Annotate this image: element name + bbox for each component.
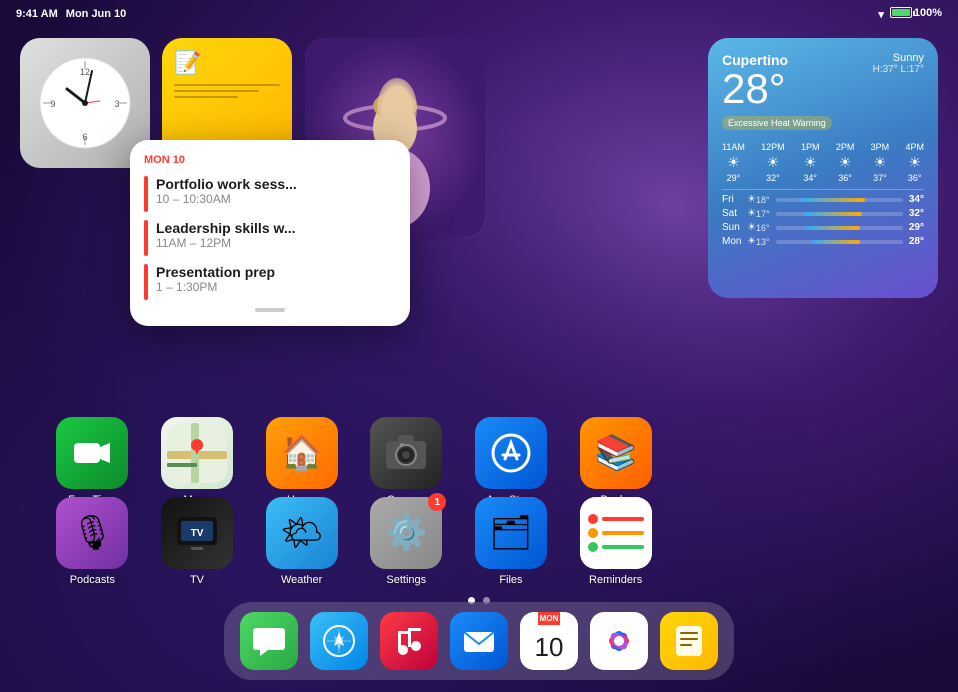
app-camera[interactable]: Camera [370,417,442,506]
hourly-item-2: 1PM ☀ 34° [801,142,820,183]
hourly-item-0: 11AM ☀ 29° [722,142,745,183]
event-item-2[interactable]: Presentation prep 1 – 1:30PM [144,264,396,300]
clock-widget[interactable]: 12 3 6 9 [20,38,150,168]
hourly-item-3: 2PM ☀ 36° [836,142,855,183]
weather-condition: Sunny [873,52,924,64]
hourly-item-4: 3PM ☀ 37° [871,142,890,183]
event-details-1: Leadership skills w... 11AM – 12PM [156,220,296,250]
podcasts-label: Podcasts [70,574,115,586]
app-home[interactable]: 🏠 Home [266,417,338,506]
battery-icon: 100% [890,7,942,22]
settings-badge: 1 [428,493,446,511]
daily-row-sat: Sat ☀ 17° 32° [722,208,924,219]
svg-text:12: 12 [80,67,90,77]
maps-icon[interactable] [161,417,233,489]
files-label: Files [499,574,522,586]
dock-messages[interactable] [240,612,298,670]
calendar-popup[interactable]: MON 10 Portfolio work sess... 10 – 10:30… [130,140,410,326]
svg-text:TV: TV [191,528,204,539]
camera-icon[interactable] [370,417,442,489]
svg-text:3: 3 [114,99,119,109]
weather-temp: 28° [722,68,788,110]
app-files[interactable]: 🗂 Files [475,497,547,586]
weather-warning: Excessive Heat Warning [722,116,832,130]
weather-hl: H:37° L:17° [873,64,924,75]
popup-day-label: MON 10 [144,154,396,166]
app-appstore[interactable]: App Store [475,417,547,506]
event-item-1[interactable]: Leadership skills w... 11AM – 12PM [144,220,396,256]
wifi-icon: ▾ [878,8,884,21]
svg-text:6: 6 [82,132,87,142]
status-date: Mon Jun 10 [66,8,127,20]
hourly-item-1: 12PM ☀ 32° [761,142,785,183]
status-bar: 9:41 AM Mon Jun 10 ▾ 100% [0,0,958,28]
dock-calendar[interactable]: MON 10 [520,612,578,670]
apps-row-2: 🎙 Podcasts TV TV 🌤 Weather ⚙️ 1 Settings [40,497,668,586]
svg-text:9: 9 [50,99,55,109]
dock-calendar-month: MON [538,612,561,625]
status-time: 9:41 AM [16,8,58,20]
dock-mail[interactable] [450,612,508,670]
hourly-item-5: 4PM ☀ 36° [905,142,924,183]
event-bar-0 [144,176,148,212]
app-books[interactable]: 📚 Books [580,417,652,506]
event-bar-2 [144,264,148,300]
dock-calendar-day: 10 [535,625,564,670]
event-details-0: Portfolio work sess... 10 – 10:30AM [156,176,297,206]
popup-indicator [144,308,396,312]
notes-icon: 📝 [174,50,280,76]
app-reminders[interactable]: Reminders [580,497,652,586]
event-bar-1 [144,220,148,256]
app-settings[interactable]: ⚙️ 1 Settings [370,497,442,586]
dock-notes[interactable] [660,612,718,670]
tv-label: TV [190,574,204,586]
home-icon[interactable]: 🏠 [266,417,338,489]
daily-row-mon: Mon ☀ 13° 28° [722,236,924,247]
app-podcasts[interactable]: 🎙 Podcasts [56,497,128,586]
settings-label: Settings [386,574,426,586]
status-right: ▾ 100% [878,7,942,22]
app-tv[interactable]: TV TV [161,497,233,586]
notes-content [174,84,280,98]
event-item-0[interactable]: Portfolio work sess... 10 – 10:30AM [144,176,396,212]
dock-music[interactable] [380,612,438,670]
facetime-icon[interactable] [56,417,128,489]
daily-row-fri: Fri ☀ 18° 34° [722,194,924,205]
dock-safari[interactable] [310,612,368,670]
hourly-forecast: 11AM ☀ 29° 12PM ☀ 32° 1PM ☀ 34° 2PM ☀ 36… [722,142,924,183]
settings-icon[interactable]: ⚙️ 1 [370,497,442,569]
dock-photos[interactable] [590,612,648,670]
reminders-icon[interactable] [580,497,652,569]
dock: MON 10 [224,602,734,680]
books-icon[interactable]: 📚 [580,417,652,489]
daily-row-sun: Sun ☀ 16° 29° [722,222,924,233]
app-facetime[interactable]: FaceTime [56,417,128,506]
popup-drag-handle [255,308,285,312]
tv-icon[interactable]: TV [161,497,233,569]
appstore-icon[interactable] [475,417,547,489]
status-left: 9:41 AM Mon Jun 10 [16,8,126,20]
apps-row-1: FaceTime Maps 🏠 Home [40,417,668,506]
weather-label: Weather [281,574,322,586]
weather-icon[interactable]: 🌤 [266,497,338,569]
podcasts-icon[interactable]: 🎙 [56,497,128,569]
files-icon[interactable]: 🗂 [475,497,547,569]
reminders-label: Reminders [589,574,642,586]
app-weather[interactable]: 🌤 Weather [266,497,338,586]
event-details-2: Presentation prep 1 – 1:30PM [156,264,275,294]
weather-widget[interactable]: Cupertino 28° Sunny H:37° L:17° Excessiv… [708,38,938,298]
app-maps[interactable]: Maps [161,417,233,506]
